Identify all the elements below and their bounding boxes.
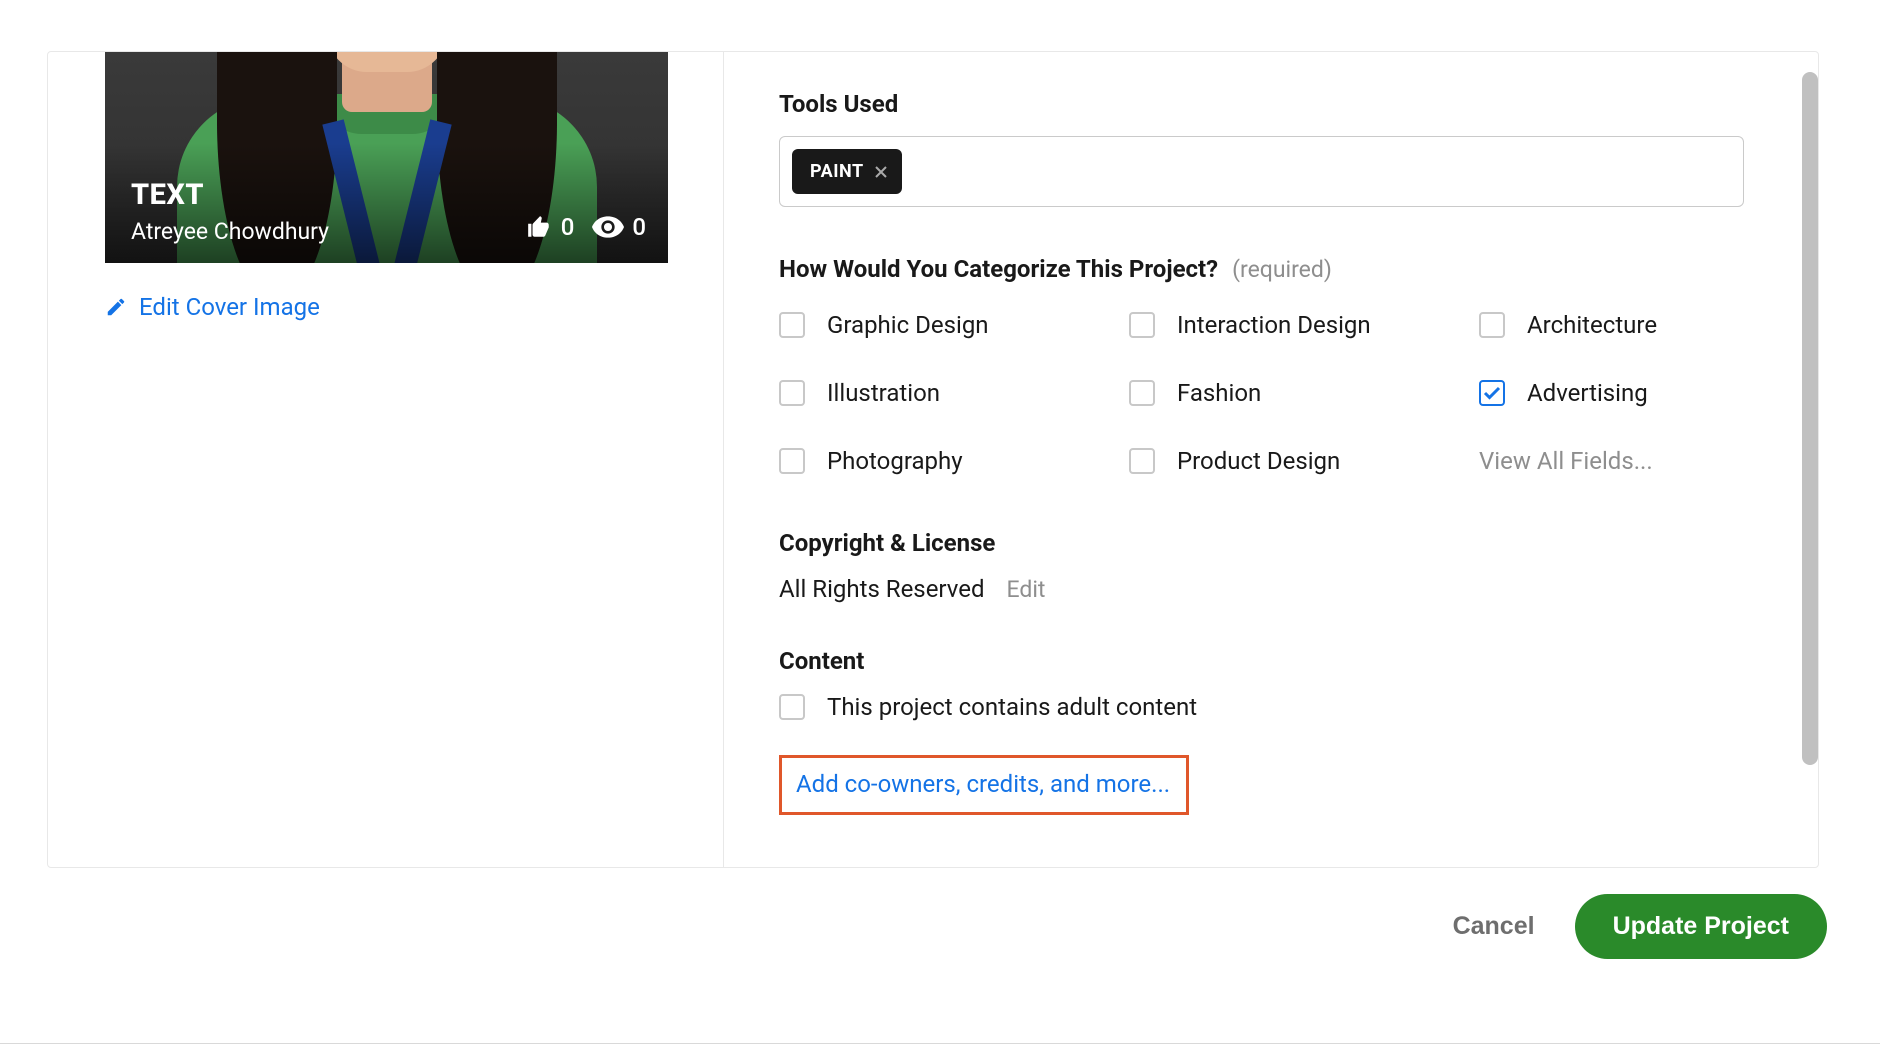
license-section: Copyright & License All Rights Reserved … <box>779 529 1768 603</box>
cancel-button[interactable]: Cancel <box>1453 912 1535 941</box>
likes-count: 0 <box>561 213 575 241</box>
add-co-owners-link[interactable]: Add co-owners, credits, and more... <box>779 755 1189 815</box>
category-illustration[interactable]: Illustration <box>779 379 1129 407</box>
cover-text: TEXT Atreyee Chowdhury <box>131 178 329 245</box>
content-label: Content <box>779 647 1768 675</box>
modal-container: TEXT Atreyee Chowdhury 0 0 Edit Cover <box>47 51 1819 868</box>
tools-label: Tools Used <box>779 90 1768 118</box>
category-checkbox[interactable] <box>1129 380 1155 406</box>
cover-author: Atreyee Chowdhury <box>131 218 329 245</box>
category-label: Fashion <box>1177 379 1261 407</box>
cover-wrap: TEXT Atreyee Chowdhury 0 0 Edit Cover <box>105 52 668 321</box>
category-label: Architecture <box>1527 311 1657 339</box>
divider <box>0 1043 1880 1044</box>
adult-content-label: This project contains adult content <box>827 693 1197 721</box>
category-architecture[interactable]: Architecture <box>1479 311 1739 339</box>
required-label: (required) <box>1232 256 1332 283</box>
check-icon <box>1483 386 1501 400</box>
categorize-header: How Would You Categorize This Project? (… <box>779 255 1768 283</box>
category-advertising[interactable]: Advertising <box>1479 379 1739 407</box>
category-checkbox[interactable] <box>1129 312 1155 338</box>
category-label: Product Design <box>1177 447 1340 475</box>
views-stat: 0 <box>592 213 646 241</box>
category-checkbox[interactable] <box>1479 380 1505 406</box>
category-graphic-design[interactable]: Graphic Design <box>779 311 1129 339</box>
close-icon <box>874 165 888 179</box>
tools-input[interactable]: PAINT <box>779 136 1744 207</box>
left-panel: TEXT Atreyee Chowdhury 0 0 Edit Cover <box>48 52 724 867</box>
cover-title: TEXT <box>131 178 329 212</box>
cover-stats: 0 0 <box>525 213 646 241</box>
categorize-label: How Would You Categorize This Project? <box>779 255 1218 283</box>
category-label: Photography <box>827 447 963 475</box>
license-value: All Rights Reserved <box>779 575 985 603</box>
right-panel: Tools Used PAINT How Would You Categoriz… <box>724 52 1818 867</box>
edit-cover-link[interactable]: Edit Cover Image <box>105 293 668 321</box>
category-fashion[interactable]: Fashion <box>1129 379 1479 407</box>
likes-stat: 0 <box>525 213 575 241</box>
categories-grid: Graphic Design Interaction Design Architec… <box>779 311 1768 475</box>
license-edit-link[interactable]: Edit <box>1007 576 1046 603</box>
adult-content-checkbox-row[interactable]: This project contains adult content <box>779 693 1768 721</box>
category-photography[interactable]: Photography <box>779 447 1129 475</box>
category-checkbox[interactable] <box>779 312 805 338</box>
cover-image: TEXT Atreyee Chowdhury 0 0 <box>105 52 668 263</box>
category-label: Advertising <box>1527 379 1648 407</box>
tag-label: PAINT <box>810 161 864 182</box>
tag-remove-button[interactable] <box>874 165 888 179</box>
license-label: Copyright & License <box>779 529 1768 557</box>
scrollbar-track[interactable] <box>1802 72 1818 859</box>
category-checkbox[interactable] <box>1479 312 1505 338</box>
category-checkbox[interactable] <box>779 380 805 406</box>
scrollbar-thumb[interactable] <box>1802 72 1818 765</box>
tool-tag-paint: PAINT <box>792 149 902 194</box>
content-section: Content This project contains adult cont… <box>779 647 1768 721</box>
views-count: 0 <box>632 213 646 241</box>
scroll-area: Tools Used PAINT How Would You Categoriz… <box>779 90 1768 837</box>
category-checkbox[interactable] <box>779 448 805 474</box>
pencil-icon <box>105 296 127 318</box>
category-interaction-design[interactable]: Interaction Design <box>1129 311 1479 339</box>
thumbs-up-icon <box>525 214 553 240</box>
adult-content-checkbox[interactable] <box>779 694 805 720</box>
category-checkbox[interactable] <box>1129 448 1155 474</box>
update-project-button[interactable]: Update Project <box>1575 894 1827 959</box>
categorize-section: How Would You Categorize This Project? (… <box>779 255 1768 475</box>
view-all-fields-link[interactable]: View All Fields... <box>1479 447 1739 475</box>
category-label: Graphic Design <box>827 311 989 339</box>
add-more-section: Add co-owners, credits, and more... <box>779 755 1768 815</box>
edit-cover-label: Edit Cover Image <box>139 293 320 321</box>
footer: Cancel Update Project <box>47 894 1833 959</box>
category-label: Illustration <box>827 379 940 407</box>
eye-icon <box>592 216 624 238</box>
category-label: Interaction Design <box>1177 311 1371 339</box>
tools-section: Tools Used PAINT <box>779 90 1768 207</box>
category-product-design[interactable]: Product Design <box>1129 447 1479 475</box>
